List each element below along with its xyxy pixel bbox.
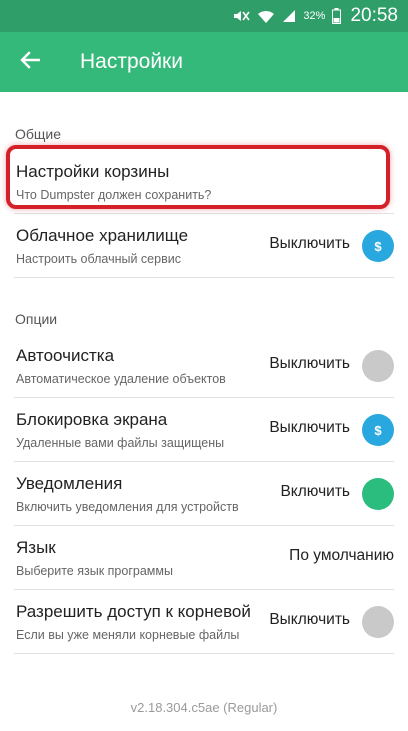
status-time: 20:58 bbox=[350, 5, 398, 26]
setting-title: Настройки корзины bbox=[16, 162, 170, 181]
battery-icon bbox=[332, 8, 342, 24]
setting-subtitle: Выберите язык программы bbox=[16, 564, 173, 578]
setting-title: Автоочистка bbox=[16, 346, 115, 365]
status-bar: 32% 20:58 bbox=[0, 0, 408, 32]
setting-subtitle: Если вы уже меняли корневые файлы bbox=[16, 628, 240, 642]
setting-auto-clean[interactable]: Автоочистка Автоматическое удаление объе… bbox=[14, 334, 394, 398]
premium-dollar-icon: $ bbox=[362, 414, 394, 446]
mute-icon bbox=[232, 9, 251, 23]
setting-subtitle: Настроить облачный сервис bbox=[16, 252, 181, 266]
status-dot-icon bbox=[362, 606, 394, 638]
setting-value: Выключить bbox=[269, 419, 350, 436]
setting-title: Облачное хранилище bbox=[16, 226, 189, 245]
setting-cloud-storage[interactable]: Облачное хранилище Настроить облачный се… bbox=[14, 214, 394, 278]
setting-subtitle: Включить уведомления для устройств bbox=[16, 500, 239, 514]
premium-dollar-icon: $ bbox=[362, 230, 394, 262]
setting-notifications[interactable]: Уведомления Включить уведомления для уст… bbox=[14, 462, 394, 526]
setting-root-access[interactable]: Разрешить доступ к корневой Если вы уже … bbox=[14, 590, 394, 654]
status-dot-icon bbox=[362, 478, 394, 510]
settings-list: Общие Настройки корзины Что Dumpster дол… bbox=[0, 92, 408, 654]
setting-title: Разрешить доступ к корневой bbox=[16, 602, 251, 621]
setting-value: Выключить bbox=[269, 611, 350, 628]
setting-subtitle: Удаленные вами файлы защищены bbox=[16, 436, 225, 450]
battery-percent: 32% bbox=[303, 10, 326, 22]
back-button[interactable] bbox=[0, 32, 60, 92]
setting-title: Блокировка экрана bbox=[16, 410, 168, 429]
setting-value: Выключить bbox=[269, 235, 350, 252]
signal-icon bbox=[282, 9, 296, 23]
setting-title: Уведомления bbox=[16, 474, 123, 493]
setting-subtitle: Что Dumpster должен сохранить? bbox=[16, 188, 212, 202]
wifi-icon bbox=[257, 9, 275, 24]
setting-language[interactable]: Язык Выберите язык программы По умолчани… bbox=[14, 526, 394, 590]
section-header-general: Общие bbox=[15, 126, 62, 142]
setting-screen-lock[interactable]: Блокировка экрана Удаленные вами файлы з… bbox=[14, 398, 394, 462]
setting-title: Язык bbox=[16, 538, 56, 557]
setting-value: Выключить bbox=[269, 355, 350, 372]
app-bar: Настройки bbox=[0, 32, 408, 92]
page-title: Настройки bbox=[80, 50, 183, 73]
setting-trash-settings[interactable]: Настройки корзины Что Dumpster должен со… bbox=[6, 145, 394, 214]
arrow-left-icon bbox=[20, 50, 41, 74]
status-dot-icon bbox=[362, 350, 394, 382]
setting-value: Включить bbox=[280, 483, 350, 500]
setting-subtitle: Автоматическое удаление объектов bbox=[16, 372, 226, 386]
app-version: v2.18.304.c5ae (Regular) bbox=[130, 700, 278, 715]
setting-value: По умолчанию bbox=[289, 547, 394, 564]
section-header-options: Опции bbox=[15, 311, 58, 327]
